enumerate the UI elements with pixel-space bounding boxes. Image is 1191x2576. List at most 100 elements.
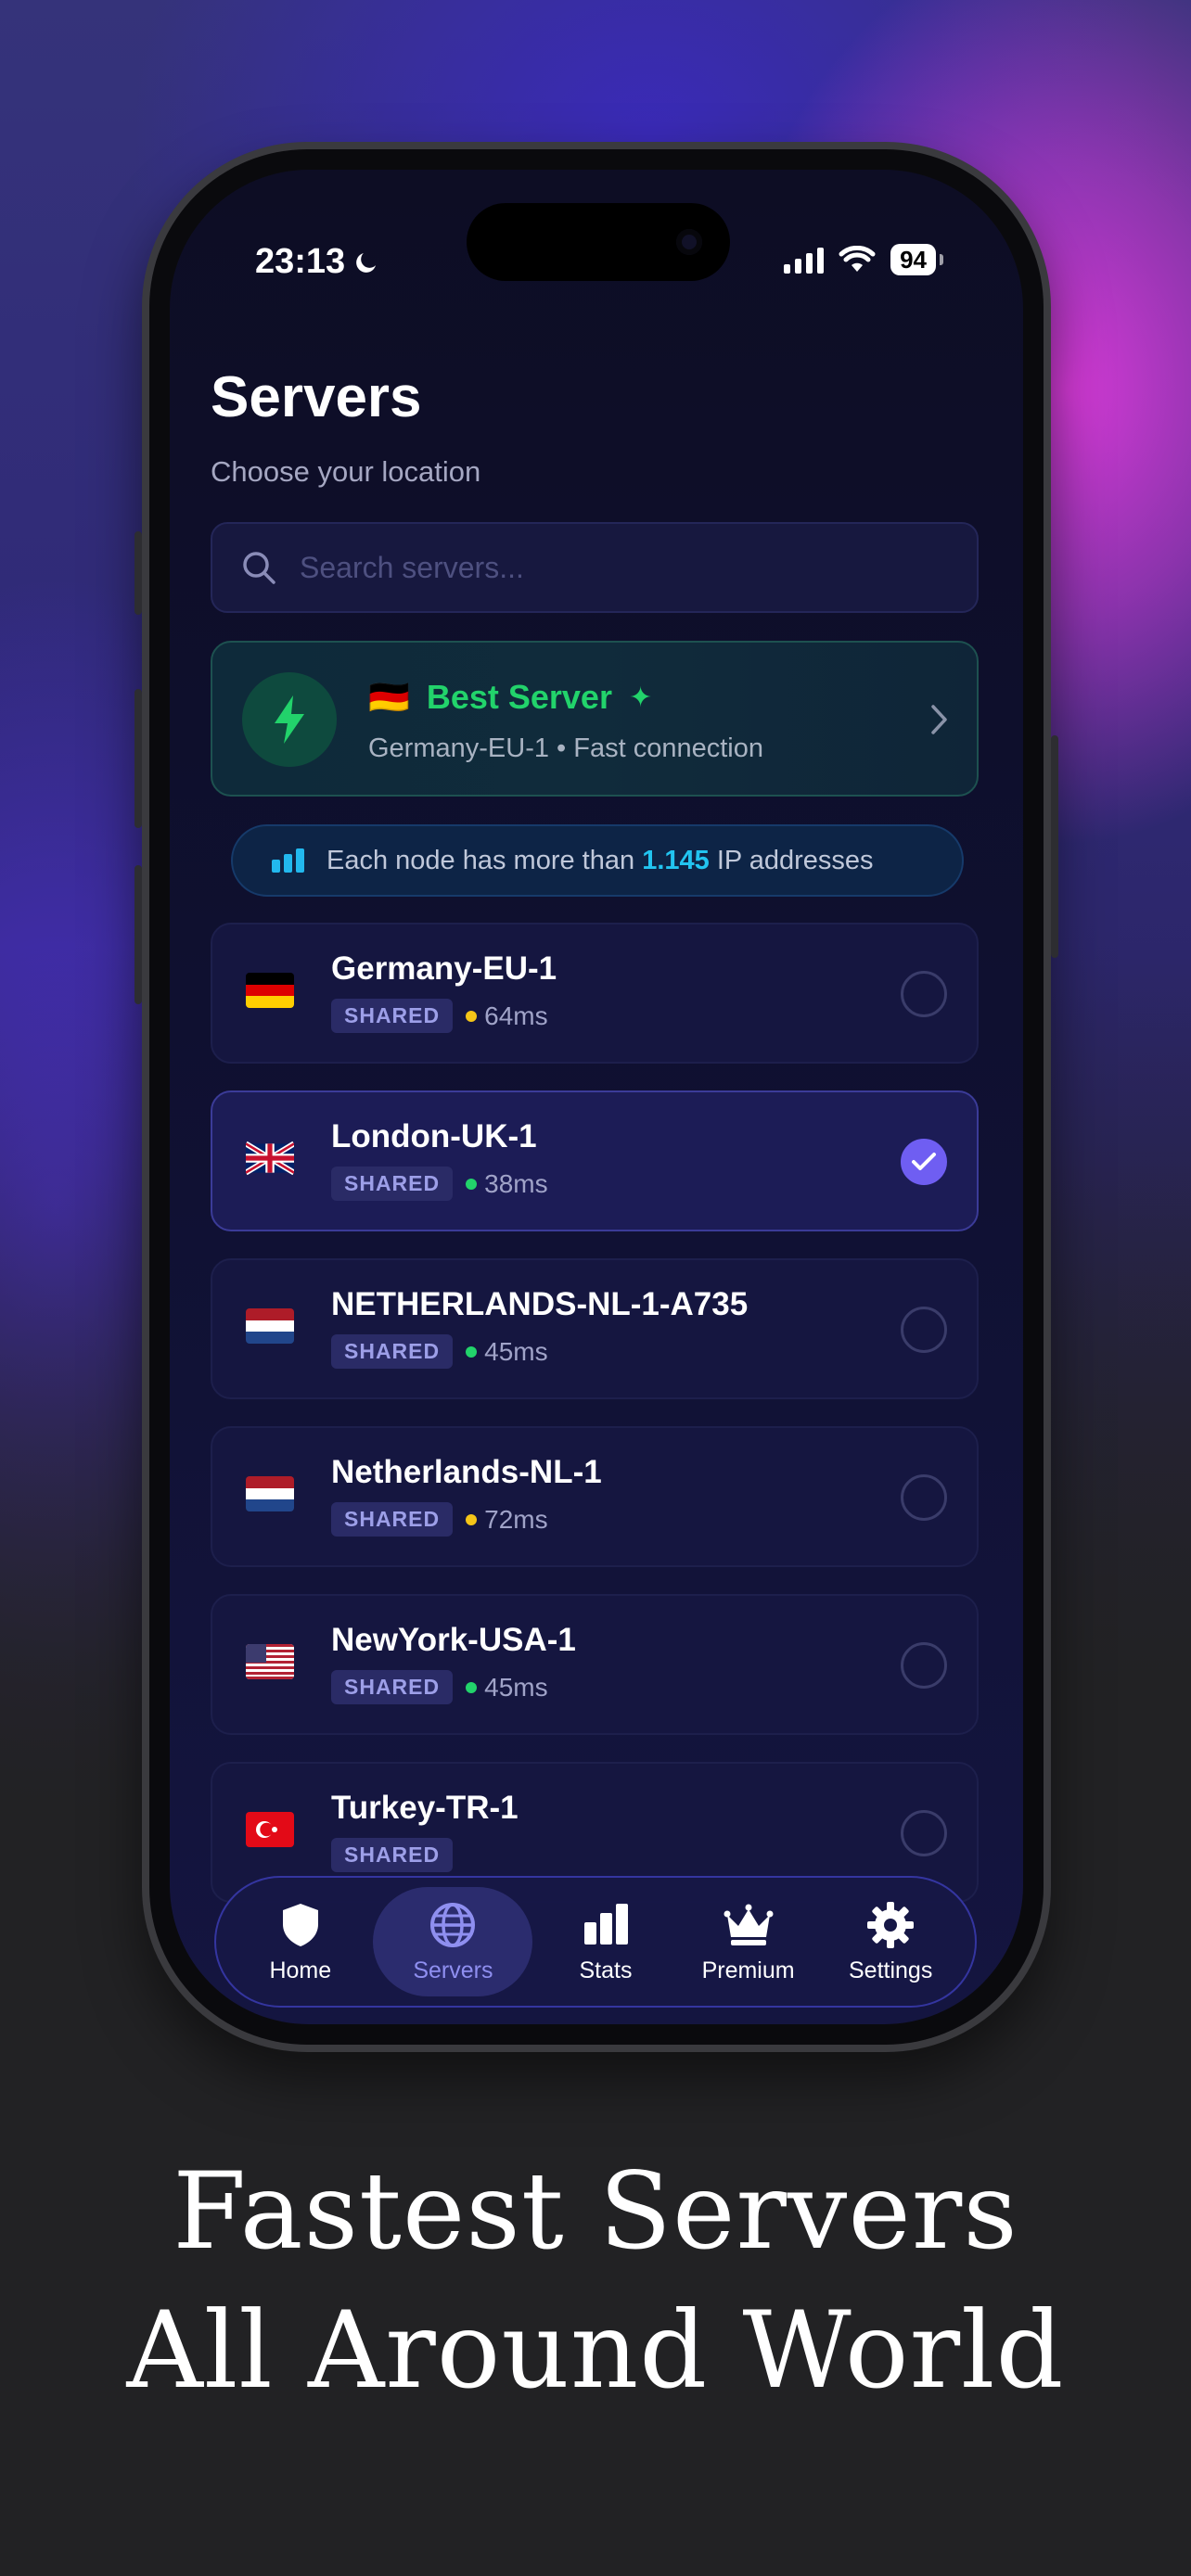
server-radio[interactable] (901, 1642, 947, 1689)
status-time: 23:13 (255, 242, 380, 282)
marketing-caption-line-2: All Around World (126, 2289, 1065, 2412)
search-input[interactable] (298, 549, 951, 586)
status-time-text: 23:13 (255, 242, 346, 281)
wifi-icon (839, 246, 876, 272)
server-name: Germany-EU-1 (331, 950, 557, 987)
search-bar[interactable] (211, 522, 979, 613)
server-radio[interactable] (901, 1307, 947, 1353)
search-icon (243, 552, 275, 584)
cellular-signal-icon (784, 246, 825, 274)
best-server-card[interactable]: 🇩🇪 Best Server ✦ Germany-EU-1 • Fast con… (211, 641, 979, 797)
best-server-label: Best Server (426, 678, 612, 716)
tab-servers[interactable]: Servers (373, 1887, 533, 1996)
volume-up-button (134, 689, 142, 828)
server-type-badge: SHARED (331, 999, 454, 1033)
server-radio-checked[interactable] (901, 1139, 947, 1185)
tab-settings[interactable]: Settings (821, 1887, 960, 1996)
ip-info-text: Each node has more than 1.145 IP address… (327, 846, 874, 876)
ping-value: 45ms (484, 1336, 548, 1366)
tab-stats[interactable]: Stats (536, 1887, 675, 1996)
server-item-london-uk-1[interactable]: London-UK-1 SHARED 38ms (211, 1090, 979, 1231)
server-ping: 45ms (466, 1336, 548, 1367)
server-meta: SHARED 64ms (331, 999, 548, 1033)
chevron-right-icon (931, 705, 947, 734)
server-item-netherlands-nl-1-a735[interactable]: NETHERLANDS-NL-1-A735 SHARED 45ms (211, 1258, 979, 1399)
crown-icon (724, 1904, 774, 1945)
server-radio[interactable] (901, 1474, 947, 1521)
server-radio[interactable] (901, 1810, 947, 1856)
server-type-badge: SHARED (331, 1838, 454, 1872)
ping-status-dot (466, 1178, 478, 1190)
server-name: Turkey-TR-1 (331, 1790, 519, 1826)
ip-info-prefix: Each node has more than (327, 845, 635, 875)
uk-flag-icon (246, 1141, 294, 1176)
battery-level: 94 (890, 244, 936, 275)
server-type-badge: SHARED (331, 1334, 454, 1369)
turkey-flag-icon (246, 1812, 294, 1847)
tab-label: Settings (849, 1957, 933, 1983)
server-meta: SHARED 72ms (331, 1502, 548, 1537)
ping-value: 38ms (484, 1168, 548, 1198)
tab-label: Stats (579, 1957, 633, 1983)
server-ping: 45ms (466, 1672, 548, 1702)
server-meta: SHARED 45ms (331, 1334, 548, 1369)
server-name: London-UK-1 (331, 1118, 537, 1154)
ping-value: 72ms (484, 1504, 548, 1534)
server-type-badge: SHARED (331, 1502, 454, 1537)
lightning-bolt-icon (275, 695, 304, 744)
moon-icon (356, 252, 377, 273)
camera-icon (676, 229, 702, 255)
status-indicators: 94 (784, 244, 943, 275)
page-title: Servers (211, 365, 422, 429)
netherlands-flag-icon (246, 1476, 294, 1511)
server-name: Netherlands-NL-1 (331, 1454, 602, 1490)
ping-status-dot (466, 1345, 478, 1358)
germany-flag-icon: 🇩🇪 (368, 678, 410, 716)
dynamic-island (467, 203, 730, 281)
ping-status-dot (466, 1681, 478, 1693)
server-meta: SHARED (331, 1838, 454, 1872)
phone-frame: 23:13 94 Servers Choose your location Se… (134, 142, 1058, 2052)
server-ping: 38ms (466, 1168, 548, 1199)
tab-label: Servers (413, 1957, 493, 1983)
best-server-subtitle: Germany-EU-1 • Fast connection (368, 733, 763, 763)
globe-icon (430, 1902, 476, 1947)
ping-status-dot (466, 1513, 478, 1525)
server-ping: 64ms (466, 1001, 548, 1031)
tab-home[interactable]: Home (231, 1887, 370, 1996)
bottom-tab-bar: Home Servers Stats Premium Settings (214, 1876, 977, 2008)
best-server-title: 🇩🇪 Best Server ✦ (368, 678, 652, 717)
server-name: NETHERLANDS-NL-1-A735 (331, 1286, 749, 1322)
server-type-badge: SHARED (331, 1670, 454, 1704)
server-meta: SHARED 38ms (331, 1167, 548, 1201)
netherlands-flag-icon (246, 1308, 294, 1344)
action-button (134, 531, 142, 615)
server-ping: 72ms (466, 1504, 548, 1535)
server-item-netherlands-nl-1[interactable]: Netherlands-NL-1 SHARED 72ms (211, 1426, 979, 1567)
usa-flag-icon (246, 1644, 294, 1679)
tab-premium[interactable]: Premium (679, 1887, 818, 1996)
server-item-newyork-usa-1[interactable]: NewYork-USA-1 SHARED 45ms (211, 1594, 979, 1735)
server-item-germany-eu-1[interactable]: Germany-EU-1 SHARED 64ms (211, 923, 979, 1064)
tab-label: Home (269, 1957, 332, 1983)
checkmark-icon (912, 1153, 936, 1170)
marketing-caption-line-1: Fastest Servers (173, 2149, 1018, 2273)
germany-flag-icon (246, 973, 294, 1008)
bar-chart-icon (272, 848, 304, 873)
volume-down-button (134, 865, 142, 1004)
server-type-badge: SHARED (331, 1167, 454, 1201)
ping-value: 45ms (484, 1672, 548, 1702)
page-subtitle: Choose your location (211, 455, 481, 488)
ip-info-banner: Each node has more than 1.145 IP address… (231, 824, 964, 897)
ip-info-suffix: IP addresses (716, 845, 874, 875)
ping-status-dot (466, 1010, 478, 1022)
server-name: NewYork-USA-1 (331, 1622, 576, 1658)
battery-icon (940, 254, 943, 265)
server-meta: SHARED 45ms (331, 1670, 548, 1704)
server-radio[interactable] (901, 971, 947, 1017)
app-screen: 23:13 94 Servers Choose your location Se… (170, 170, 1023, 2024)
tab-label: Premium (701, 1957, 795, 1983)
sparkle-icon: ✦ (628, 682, 653, 713)
ip-count: 1.145 (642, 845, 710, 875)
ping-value: 64ms (484, 1001, 548, 1030)
